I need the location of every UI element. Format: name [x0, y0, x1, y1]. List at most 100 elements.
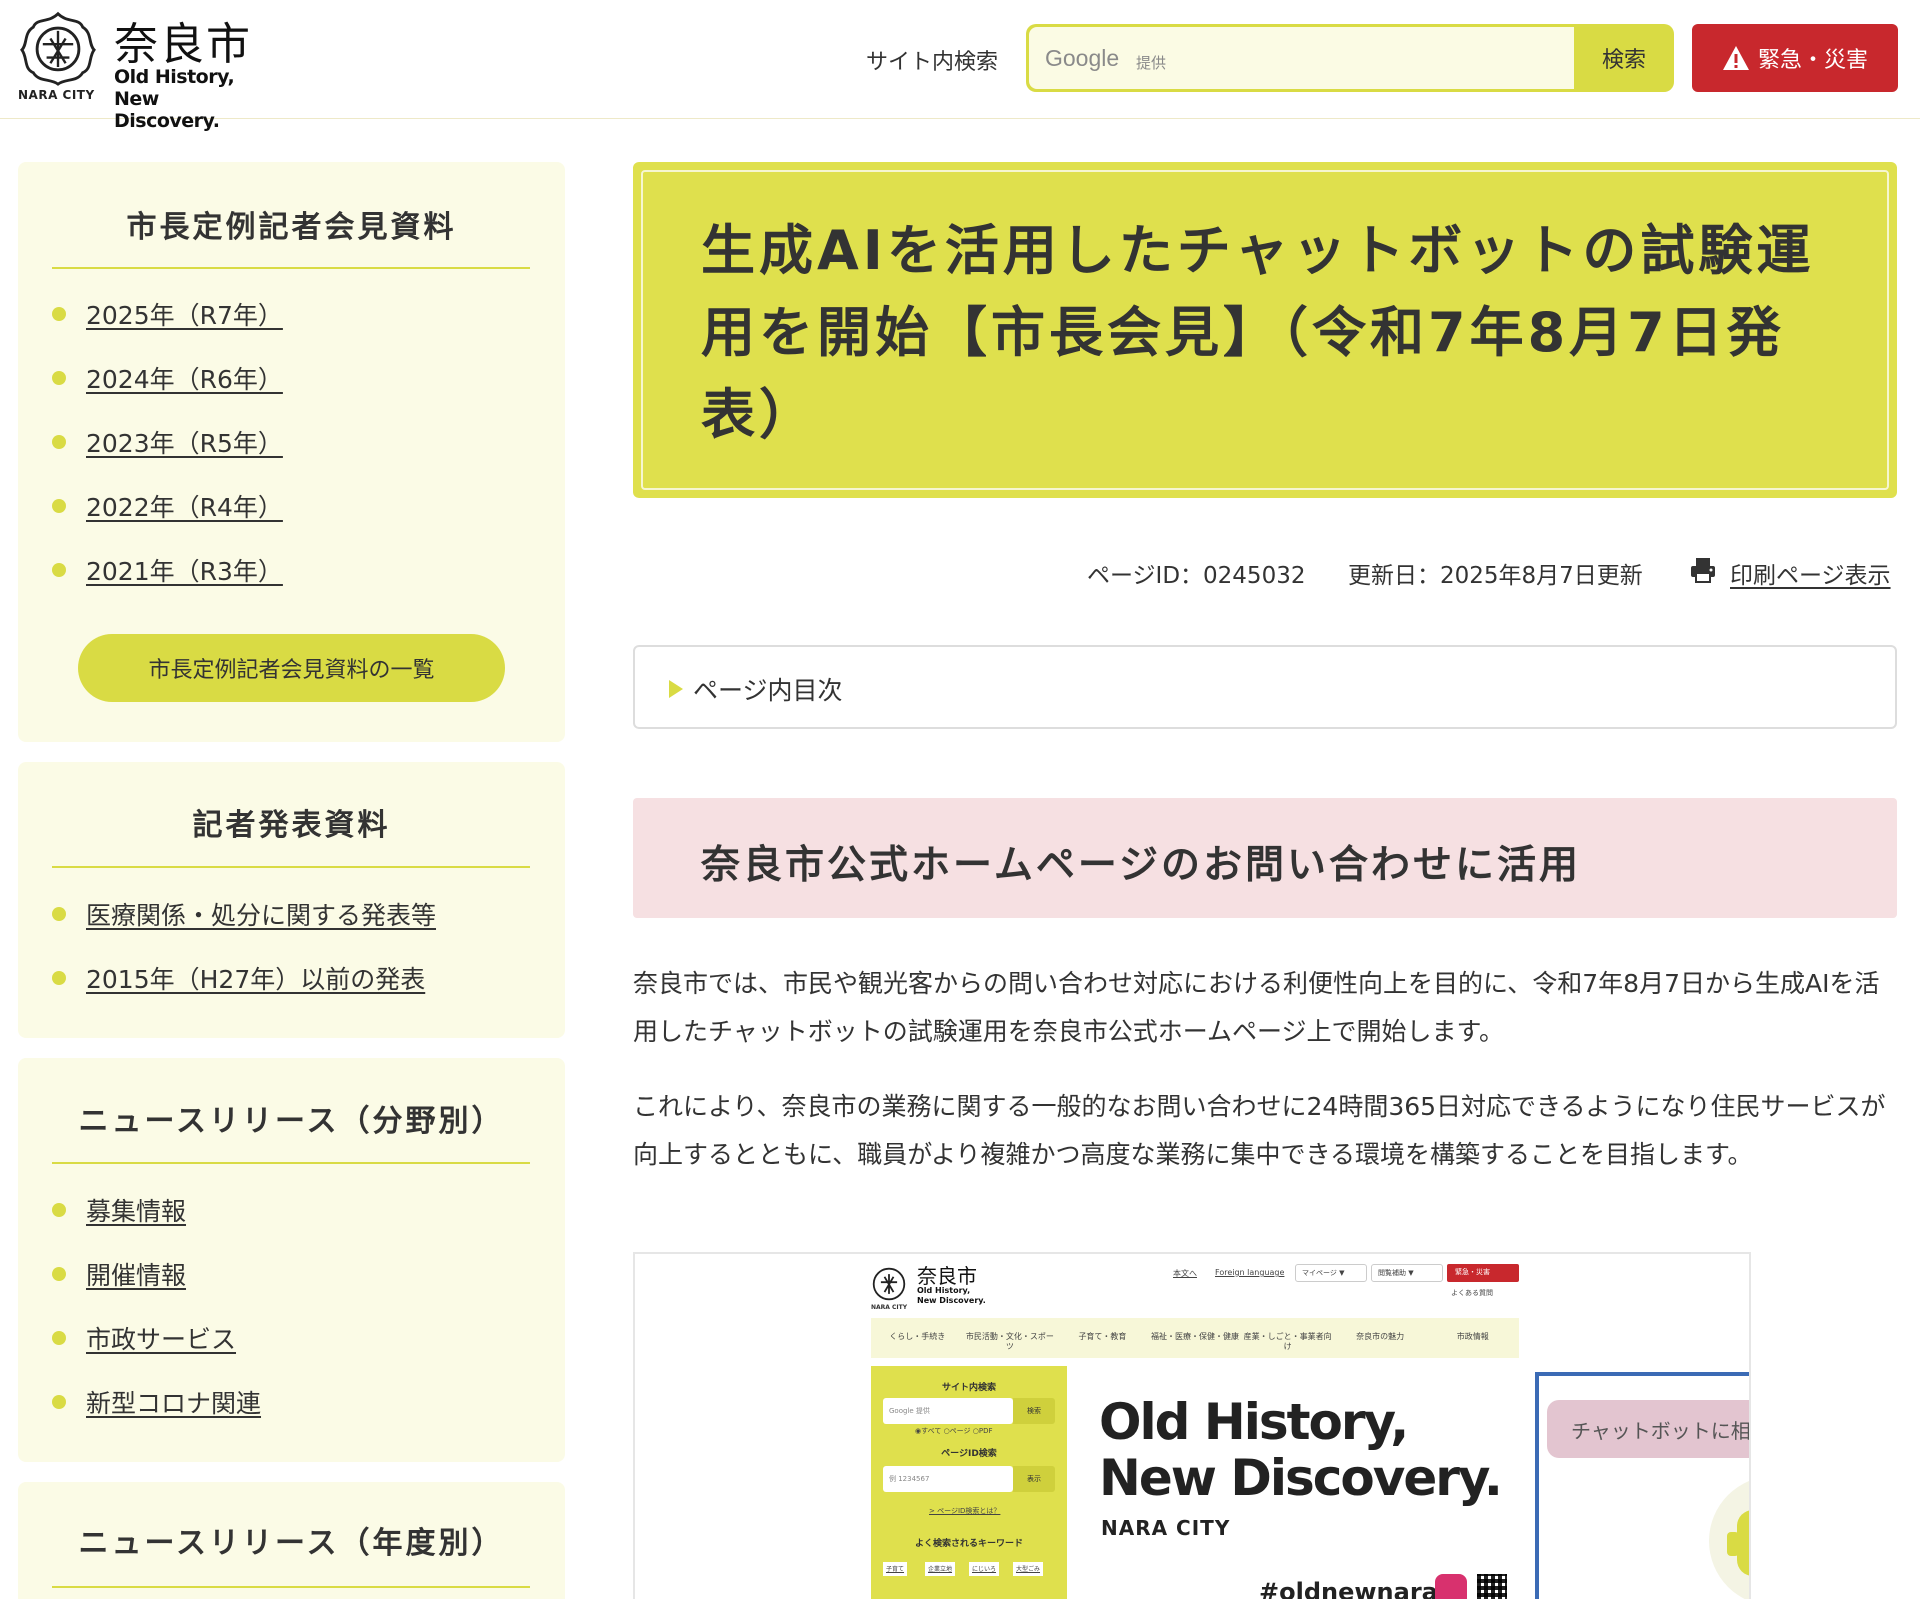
emergency-button[interactable]: 緊急・災害	[1692, 24, 1898, 92]
bullet-icon	[52, 307, 66, 321]
updated-date: 更新日：2025年8月7日更新	[1348, 563, 1643, 589]
mini-nav-item: くらし・手続き	[889, 1332, 946, 1341]
mini-keyword: 大型ごみ	[1013, 1562, 1044, 1576]
list-item: 2024年（R6年）	[52, 346, 532, 410]
mini-skip-link: 本文へ	[1173, 1269, 1197, 1278]
mayor-press-list-button[interactable]: 市長定例記者会見資料の一覧	[78, 634, 505, 702]
mini-search-scope: ◉すべて ○ページ ○PDF	[915, 1427, 993, 1435]
mini-global-nav: くらし・手続き 市民活動・文化・スポーツ 子育て・教育 福祉・医療・保健・健康 …	[871, 1318, 1519, 1358]
sidebar-divider	[52, 1586, 530, 1588]
sidebar-list: 募集情報 開催情報 市政サービス 新型コロナ関連	[52, 1178, 532, 1434]
homepage-screenshot-image: 奈良市 Old History, New Discovery. NARA CIT…	[633, 1252, 1751, 1599]
qr-code-icon	[1477, 1574, 1507, 1599]
list-item: 新型コロナ関連	[52, 1370, 532, 1434]
sidebar-divider	[52, 1162, 530, 1164]
site-logo[interactable]: NARA CITY 奈良市 Old History, New Discovery…	[18, 8, 268, 132]
sidebar-link-2022[interactable]: 2022年（R4年）	[86, 488, 283, 524]
sidebar-section-title: ニュースリリース（分野別）	[78, 1104, 505, 1139]
sidebar-link-2021[interactable]: 2021年（R3年）	[86, 552, 283, 588]
list-item: 開催情報	[52, 1242, 532, 1306]
instagram-icon	[1435, 1574, 1467, 1599]
emergency-button-label: 緊急・災害	[1757, 48, 1868, 73]
page-id: ページID：0245032	[1087, 563, 1306, 589]
sidebar-link-2023[interactable]: 2023年（R5年）	[86, 424, 283, 460]
section-heading-box: 奈良市公式ホームページのお問い合わせに活用	[633, 798, 1897, 918]
sidebar-link-2025[interactable]: 2025年（R7年）	[86, 296, 283, 332]
sidebar-link-2024[interactable]: 2024年（R6年）	[86, 360, 283, 396]
google-provider-label: 提供	[1136, 54, 1167, 72]
warning-icon	[1722, 46, 1749, 70]
section-heading: 奈良市公式ホームページのお問い合わせに活用	[701, 843, 1582, 888]
printer-icon[interactable]	[1689, 556, 1717, 584]
site-header: NARA CITY 奈良市 Old History, New Discovery…	[0, 0, 1920, 132]
sidebar-link-recruitment[interactable]: 募集情報	[86, 1192, 186, 1228]
mini-tagline-line2: New Discovery.	[917, 1296, 986, 1305]
mini-keyword: にじいろ	[969, 1562, 1000, 1576]
mini-emergency-button: 緊急・災害	[1447, 1264, 1519, 1282]
list-item: 医療関係・処分に関する発表等	[52, 882, 532, 946]
sidebar-section-news-by-year: ニュースリリース（年度別）	[18, 1482, 565, 1599]
mini-search-input: Google 提供	[883, 1398, 1013, 1424]
mini-nav-item: 産業・しごと・事業者向け	[1243, 1332, 1332, 1351]
hero-line-2: New Discovery.	[1099, 1449, 1503, 1507]
page-title-box: 生成AIを活用したチャットボットの試験運用を開始【市長会見】（令和7年8月7日発…	[633, 162, 1897, 498]
site-search-label: サイト内検索	[866, 50, 999, 75]
hero-hashtag: #oldnewnara	[1259, 1578, 1438, 1599]
sidebar-link-covid[interactable]: 新型コロナ関連	[86, 1384, 261, 1420]
hero-line-1: Old History,	[1099, 1393, 1409, 1451]
page-title: 生成AIを活用したチャットボットの試験運用を開始【市長会見】（令和7年8月7日発…	[701, 219, 1815, 446]
print-page-link[interactable]: 印刷ページ表示	[1730, 556, 1891, 590]
sidebar-section-title: ニュースリリース（年度別）	[78, 1526, 505, 1561]
bullet-icon	[52, 1267, 66, 1281]
mini-page-id-help: > ページID検索とは？	[929, 1507, 1001, 1515]
list-item: 2021年（R3年）	[52, 538, 532, 602]
list-item: 2025年（R7年）	[52, 282, 532, 346]
mini-tagline-line1: Old History,	[917, 1286, 971, 1295]
mini-faq-link: よくある質問	[1451, 1289, 1493, 1297]
chatbot-panel: チャットボットに相談する。	[1535, 1372, 1749, 1599]
mini-sidebar: サイト内検索 Google 提供 検索 ◉すべて ○ページ ○PDF ページID…	[871, 1366, 1067, 1599]
sidebar-section-press-release: 記者発表資料 医療関係・処分に関する発表等 2015年（H27年）以前の発表	[18, 762, 565, 1038]
page-toc-toggle[interactable]: ページ内目次	[633, 645, 1897, 729]
mini-city-en: NARA CITY	[871, 1304, 908, 1311]
city-seal-icon	[872, 1267, 906, 1301]
sidebar-section-title: 市長定例記者会見資料	[126, 210, 457, 245]
mini-nav-item: 市民活動・文化・スポーツ	[965, 1332, 1054, 1351]
list-item: 2023年（R5年）	[52, 410, 532, 474]
logo-tagline-line1: Old History,	[114, 66, 235, 88]
sidebar-section-news-by-field: ニュースリリース（分野別） 募集情報 開催情報 市政サービス 新型コロナ関連	[18, 1058, 565, 1462]
mini-nav-item: 奈良市の魅力	[1356, 1332, 1405, 1341]
sidebar-link-events[interactable]: 開催情報	[86, 1256, 186, 1292]
mini-mypage-select: マイページ ▼	[1295, 1264, 1367, 1282]
mini-search-button: 検索	[1013, 1398, 1055, 1424]
bullet-icon	[52, 563, 66, 577]
bullet-icon	[52, 1395, 66, 1409]
search-input[interactable]: Google 提供	[1029, 27, 1574, 89]
sidebar-link-before-2015[interactable]: 2015年（H27年）以前の発表	[86, 960, 425, 996]
list-item: 募集情報	[52, 1178, 532, 1242]
toc-label: ページ内目次	[693, 676, 843, 705]
triangle-right-icon	[669, 680, 683, 698]
mini-accessibility-select: 閲覧補助 ▼	[1371, 1264, 1443, 1282]
mini-site-search-title: サイト内検索	[941, 1383, 996, 1393]
body-paragraph-2: これにより、奈良市の業務に関する一般的なお問い合わせに24時間365日対応できる…	[633, 1092, 1886, 1169]
bullet-icon	[52, 499, 66, 513]
mini-keyword: 子育て	[883, 1562, 908, 1576]
search-button[interactable]: 検索	[1574, 24, 1674, 92]
mini-foreign-language-link: Foreign language	[1215, 1268, 1285, 1277]
chatbot-prompt-bubble: チャットボットに相談する。	[1547, 1400, 1749, 1458]
site-search-form: Google 提供 検索	[1026, 24, 1674, 92]
sidebar-list: 医療関係・処分に関する発表等 2015年（H27年）以前の発表	[52, 882, 532, 1010]
logo-city-en: NARA CITY	[18, 88, 95, 102]
bullet-icon	[52, 371, 66, 385]
sidebar-link-medical[interactable]: 医療関係・処分に関する発表等	[86, 896, 436, 932]
sidebar-link-city-services[interactable]: 市政サービス	[86, 1320, 236, 1356]
sidebar-section-title: 記者発表資料	[192, 808, 391, 843]
list-item: 市政サービス	[52, 1306, 532, 1370]
mini-page-id-title: ページID検索	[941, 1449, 997, 1459]
sidebar-divider	[52, 866, 530, 868]
sidebar-list: 2025年（R7年） 2024年（R6年） 2023年（R5年） 2022年（R…	[52, 282, 532, 602]
list-item: 2022年（R4年）	[52, 474, 532, 538]
mini-nav-item: 子育て・教育	[1078, 1332, 1127, 1341]
mini-keywords-title: よく検索されるキーワード	[914, 1539, 1023, 1549]
